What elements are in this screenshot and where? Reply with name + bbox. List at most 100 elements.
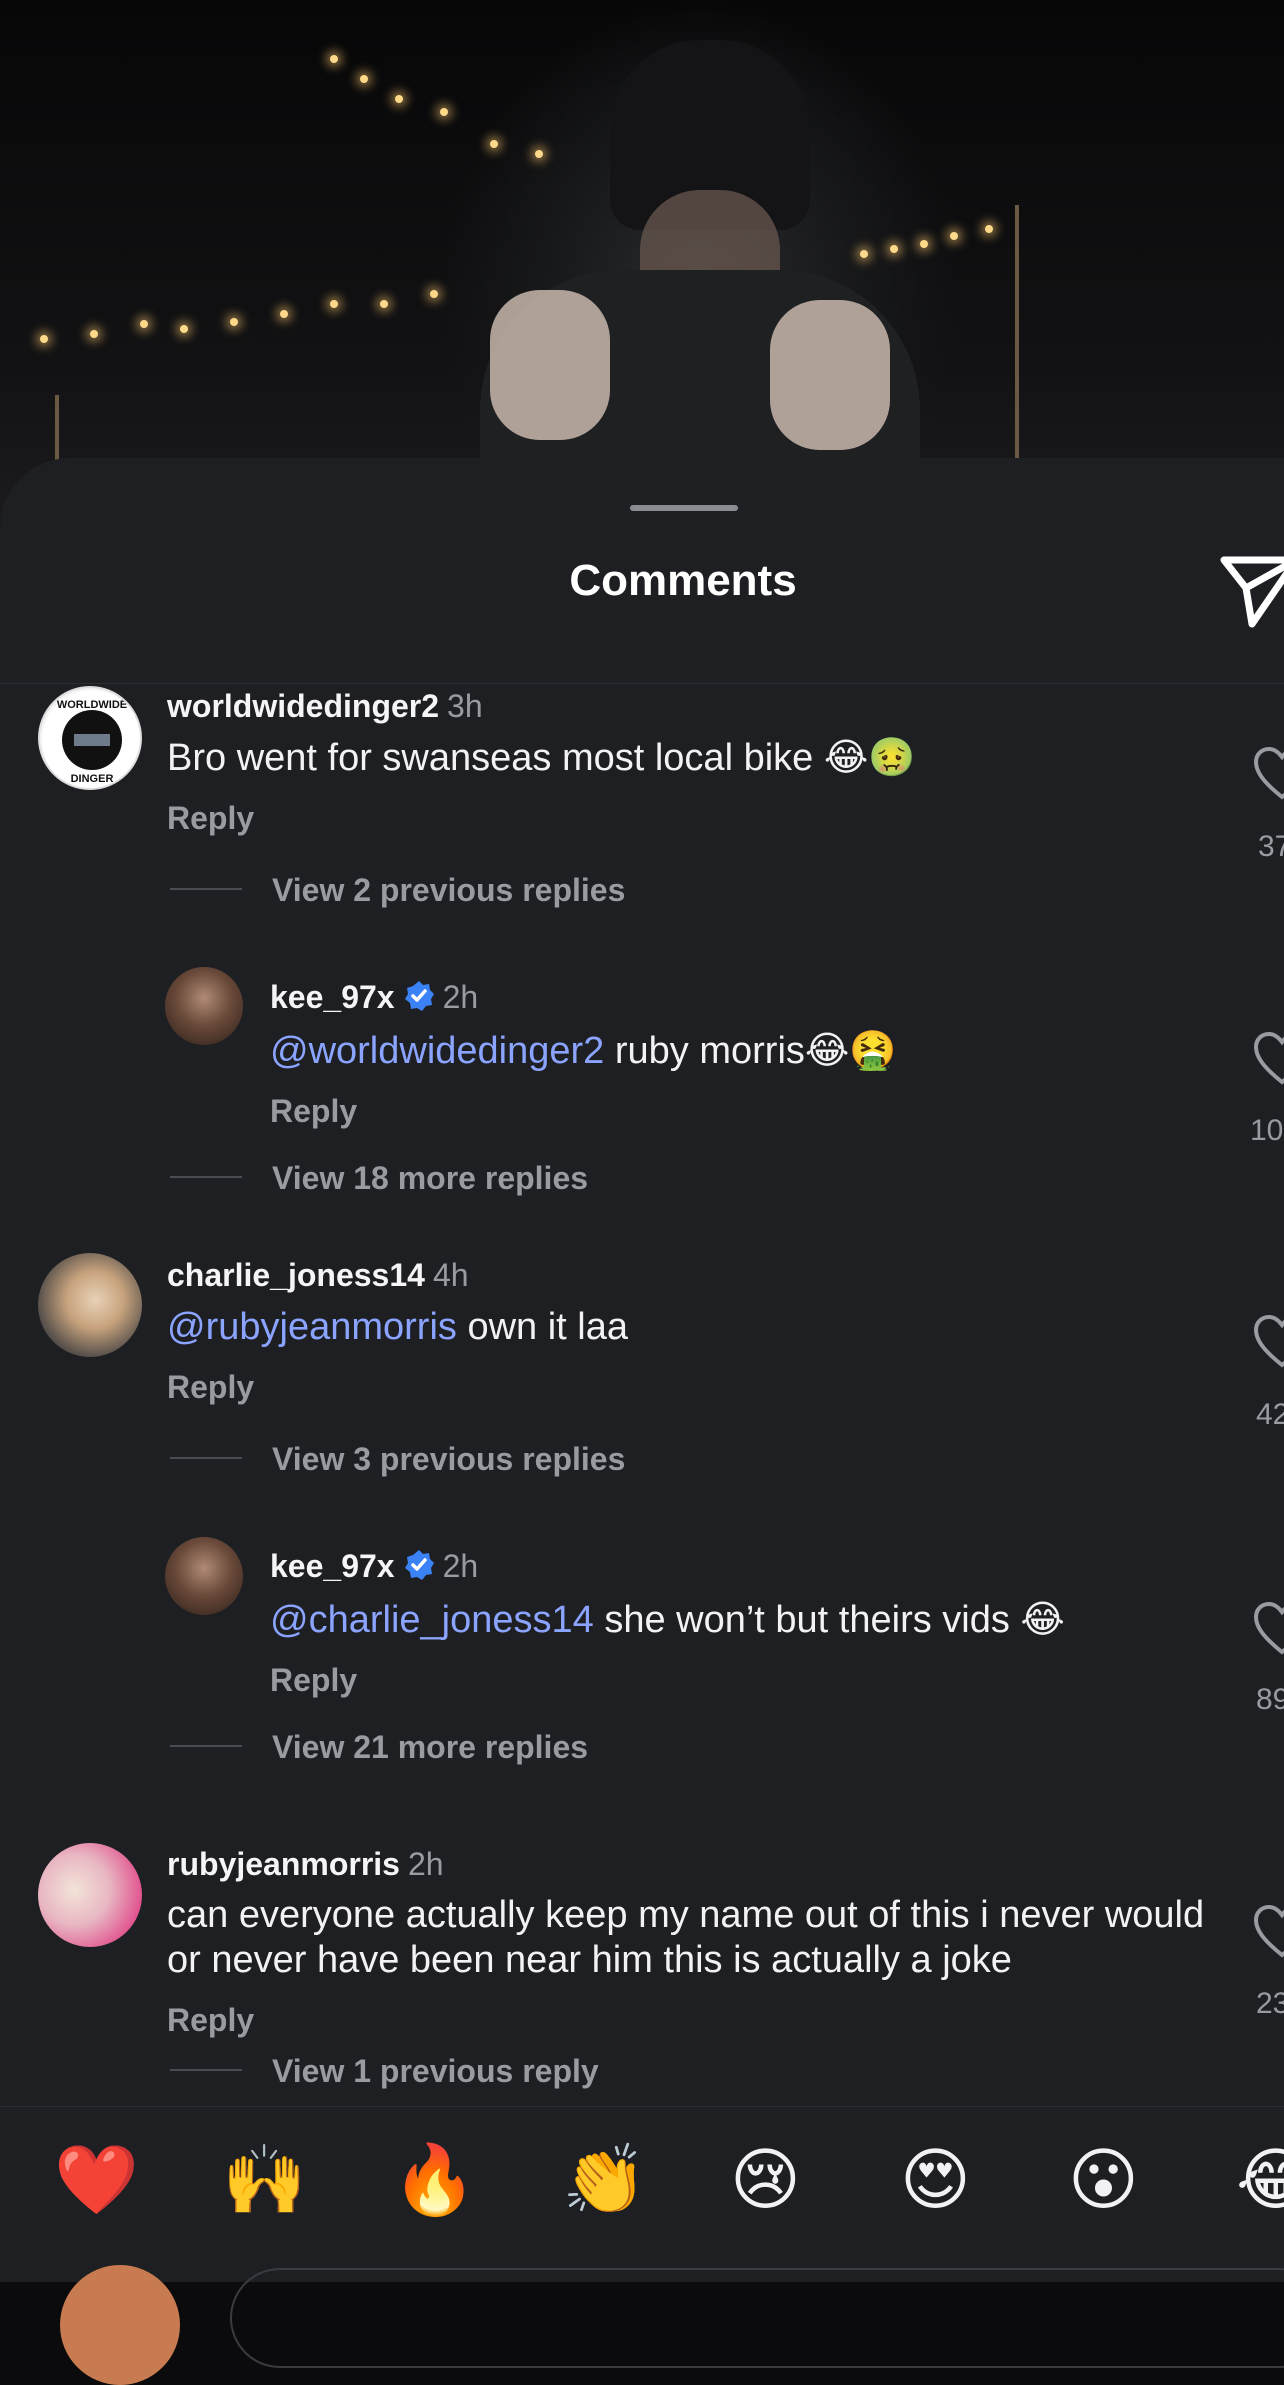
string-light-bulb [90, 330, 98, 338]
thread-line [170, 888, 242, 890]
string-light-bulb [330, 55, 338, 63]
emoji-reaction-bar: ❤️ 🙌 🔥 👏 😢 😍 😮 😂 [0, 2110, 1284, 2250]
comment-meta: charlie_joness14 4h [167, 1257, 469, 1294]
mention[interactable]: @worldwidedinger2 [270, 1030, 604, 1072]
string-light-bulb [230, 318, 238, 326]
mention[interactable]: @rubyjeanmorris [167, 1306, 457, 1348]
string-light-bulb [920, 240, 928, 248]
emoji-heart-eyes-button[interactable]: 😍 [900, 2140, 971, 2220]
like-heart-icon[interactable] [1252, 745, 1284, 801]
reply-button[interactable]: Reply [270, 1093, 357, 1130]
username[interactable]: worldwidedinger2 [167, 688, 439, 724]
emoji-clap-button[interactable]: 👏 [562, 2140, 647, 2220]
avatar[interactable] [165, 1537, 243, 1615]
reply-button[interactable]: Reply [167, 800, 254, 837]
string-light-bulb [360, 75, 368, 83]
username[interactable]: kee_97x [270, 979, 395, 1015]
username[interactable]: kee_97x [270, 1548, 395, 1584]
figure-hand-right [770, 300, 890, 450]
like-heart-icon[interactable] [1252, 1030, 1284, 1086]
string-light-bulb [395, 95, 403, 103]
timestamp: 2h [442, 1548, 479, 1584]
comment-body: ruby morris😂🤮 [604, 1030, 897, 1072]
worldwide-dinger-logo-icon: WORLDWIDE DINGER [42, 690, 140, 788]
verified-badge-icon [404, 1550, 434, 1580]
comment-body: can everyone actually keep my name out o… [167, 1894, 1205, 1981]
comment-body: own it laa [456, 1306, 628, 1348]
string-light-bulb [140, 320, 148, 328]
comment-text: @charlie_joness14 she won’t but theirs v… [270, 1598, 1200, 1643]
string-light-bulb [380, 300, 388, 308]
string-light-bulb [430, 290, 438, 298]
string-light-bulb [890, 245, 898, 253]
timestamp: 2h [442, 979, 479, 1015]
emoji-raised-hands-button[interactable]: 🙌 [222, 2140, 307, 2220]
username[interactable]: charlie_joness14 [167, 1257, 425, 1293]
like-count: 89 [1256, 1683, 1284, 1716]
emoji-bar-divider [0, 2106, 1284, 2107]
view-replies-button[interactable]: View 18 more replies [272, 1160, 588, 1197]
emoji-fire-button[interactable]: 🔥 [392, 2140, 477, 2220]
emoji-surprised-button[interactable]: 😮 [1068, 2140, 1139, 2220]
thread-line [170, 1745, 242, 1747]
view-replies-button[interactable]: View 1 previous reply [272, 2053, 599, 2090]
view-replies-button[interactable]: View 21 more replies [272, 1729, 588, 1766]
username[interactable]: rubyjeanmorris [167, 1846, 400, 1882]
like-count: 42 [1256, 1398, 1284, 1431]
string-light-bulb [490, 140, 498, 148]
timestamp: 3h [447, 688, 483, 724]
emoji-heart-button[interactable]: ❤️ [54, 2140, 139, 2220]
comment-body: she won’t but theirs vids 😂 [593, 1599, 1065, 1641]
thread-line [170, 1457, 242, 1459]
reply-button[interactable]: Reply [270, 1662, 357, 1699]
figure-hand-left [490, 290, 610, 440]
timestamp: 2h [407, 1846, 444, 1882]
sheet-title: Comments [569, 556, 797, 605]
comment-text: @rubyjeanmorris own it laa [167, 1305, 1167, 1350]
string-light-bulb [280, 310, 288, 318]
send-icon[interactable] [1220, 548, 1284, 628]
comment-meta: kee_97x 2h [270, 979, 478, 1016]
like-count: 37 [1258, 830, 1284, 863]
string-light-bulb [330, 300, 338, 308]
verified-badge-icon [404, 981, 434, 1011]
string-light-bulb [180, 325, 188, 333]
comment-meta: worldwidedinger2 3h [167, 688, 483, 725]
comment-meta: rubyjeanmorris 2h [167, 1846, 444, 1883]
string-light-bulb [985, 225, 993, 233]
string-light-bulb [535, 150, 543, 158]
video-background [0, 0, 1284, 520]
thread-line [170, 2069, 242, 2071]
comment-text: can everyone actually keep my name out o… [167, 1893, 1207, 1983]
reply-button[interactable]: Reply [167, 1369, 254, 1406]
current-user-avatar [60, 2265, 180, 2385]
view-replies-button[interactable]: View 3 previous replies [272, 1441, 625, 1478]
like-heart-icon[interactable] [1252, 1313, 1284, 1369]
comment-text: Bro went for swanseas most local bike 😂🤢 [167, 736, 1167, 781]
header-divider [0, 683, 1284, 684]
like-count: 10 [1250, 1114, 1284, 1147]
comment-input[interactable] [230, 2268, 1284, 2368]
view-replies-button[interactable]: View 2 previous replies [272, 872, 625, 909]
comment-text: @worldwidedinger2 ruby morris😂🤮 [270, 1029, 1170, 1074]
emoji-laughing-button[interactable]: 😂 [1236, 2140, 1284, 2220]
like-count: 23 [1256, 1987, 1284, 2020]
avatar[interactable]: WORLDWIDE DINGER [38, 686, 142, 790]
svg-text:DINGER: DINGER [71, 773, 114, 785]
sheet-grabber[interactable] [630, 505, 738, 511]
emoji-crying-button[interactable]: 😢 [730, 2140, 801, 2220]
avatar[interactable] [38, 1843, 142, 1947]
thread-line [170, 1176, 242, 1178]
string-light-bulb [860, 250, 868, 258]
svg-text:WORLDWIDE: WORLDWIDE [57, 699, 127, 711]
string-light-bulb [40, 335, 48, 343]
like-heart-icon[interactable] [1252, 1600, 1284, 1656]
reply-button[interactable]: Reply [167, 2002, 254, 2039]
comment-meta: kee_97x 2h [270, 1548, 478, 1585]
like-heart-icon[interactable] [1252, 1903, 1284, 1959]
timestamp: 4h [432, 1257, 469, 1293]
comment-body: Bro went for swanseas most local bike 😂🤢 [167, 737, 916, 779]
avatar[interactable] [165, 967, 243, 1045]
mention[interactable]: @charlie_joness14 [270, 1599, 594, 1641]
avatar[interactable] [38, 1253, 142, 1357]
